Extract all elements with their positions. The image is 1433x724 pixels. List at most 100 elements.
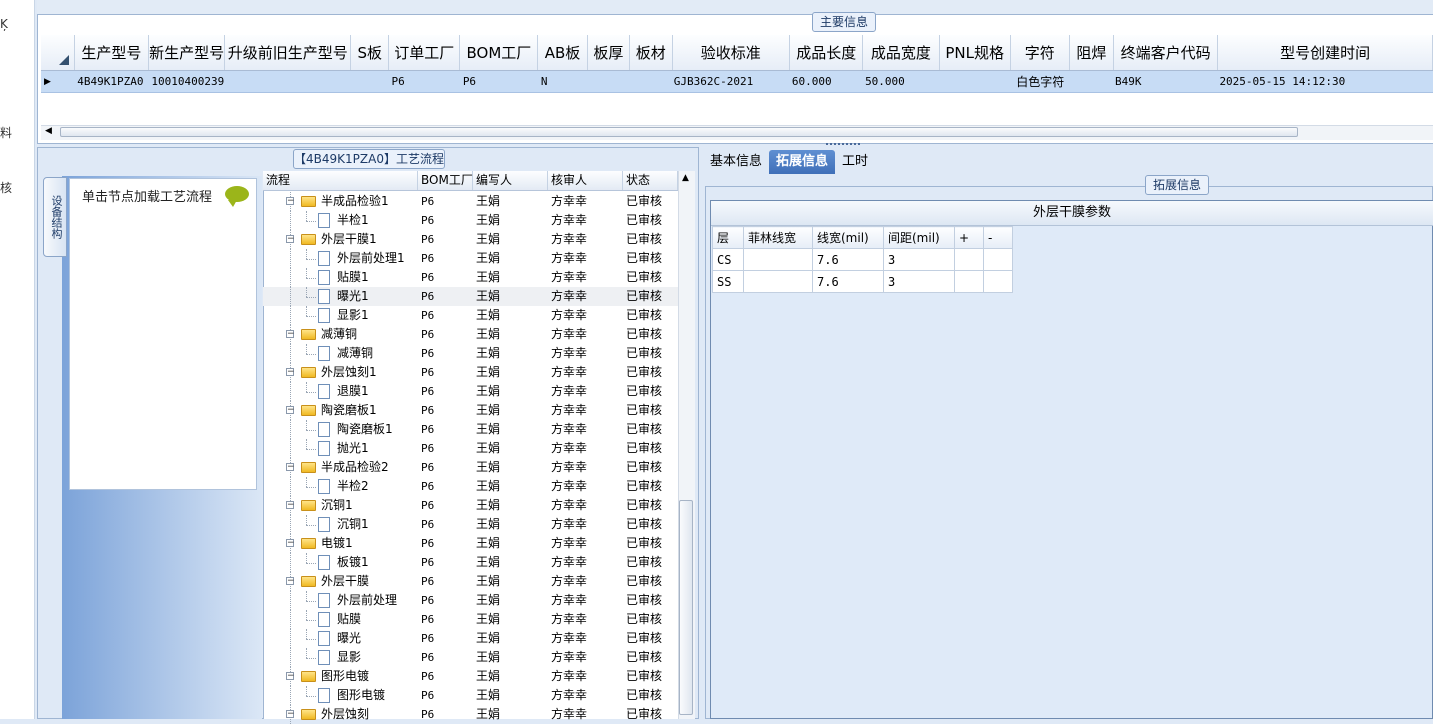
process-tree-node[interactable]: − 外层蚀刻 [263,705,418,724]
film-table-cell[interactable]: CS [712,248,744,271]
film-table-cell[interactable] [954,270,984,293]
process-tree-row[interactable]: 贴膜1 P6 王娟 方幸幸 已审核 [263,268,678,287]
main-grid-column-header[interactable]: 订单工厂 [389,35,461,70]
process-tree-column-header[interactable]: 状态 [623,171,678,190]
collapse-toggle-icon[interactable]: − [286,330,295,339]
process-tree-node[interactable]: − 陶瓷磨板1 [263,401,418,420]
process-tree-row[interactable]: 退膜1 P6 王娟 方幸幸 已审核 [263,382,678,401]
film-table-cell[interactable]: 7.6 [812,248,884,271]
process-tree-row[interactable]: 图形电镀 P6 王娟 方幸幸 已审核 [263,686,678,705]
process-tree-row[interactable]: − 半成品检验1 P6 王娟 方幸幸 已审核 [263,192,678,211]
main-grid-column-header[interactable]: 成品长度 [790,35,864,70]
main-grid-cell[interactable]: 50.000 [862,71,938,92]
main-grid-column-header[interactable]: 升级前旧生产型号 [225,35,352,70]
process-tree-row[interactable]: − 陶瓷磨板1 P6 王娟 方幸幸 已审核 [263,401,678,420]
collapse-toggle-icon[interactable]: − [286,672,295,681]
main-grid-cell[interactable]: P6 [389,71,460,92]
main-grid-cell[interactable] [1068,71,1112,92]
process-tree-node[interactable]: − 图形电镀 [263,667,418,686]
process-tree-node[interactable]: − 半成品检验2 [263,458,418,477]
process-tree-row[interactable]: 显影1 P6 王娟 方幸幸 已审核 [263,306,678,325]
process-tree-node[interactable]: 显影 [263,648,418,667]
collapse-toggle-icon[interactable]: − [286,501,295,510]
main-grid-column-header[interactable]: 终端客户代码 [1114,35,1219,70]
main-grid-column-header[interactable]: 新生产型号 [149,35,226,70]
main-grid-column-header[interactable]: S板 [351,35,390,70]
collapse-toggle-icon[interactable]: − [286,406,295,415]
process-tree-node[interactable]: 贴膜1 [263,268,418,287]
process-tree-node[interactable]: 图形电镀 [263,686,418,705]
scroll-left-icon[interactable]: ◀ [45,126,52,136]
process-tree-node[interactable]: 减薄铜 [263,344,418,363]
process-tree-node[interactable]: − 沉铜1 [263,496,418,515]
main-grid-cell[interactable]: N [538,71,587,92]
process-tree-node[interactable]: 板镀1 [263,553,418,572]
process-tree-row[interactable]: 半检1 P6 王娟 方幸幸 已审核 [263,211,678,230]
process-tree-row[interactable]: − 外层干膜 P6 王娟 方幸幸 已审核 [263,572,678,591]
main-grid-cell[interactable]: 10010400239569 [148,71,224,92]
process-tree-row[interactable]: − 电镀1 P6 王娟 方幸幸 已审核 [263,534,678,553]
process-tree-row[interactable]: 沉铜1 P6 王娟 方幸幸 已审核 [263,515,678,534]
film-table-cell[interactable]: 7.6 [812,270,884,293]
process-tree-row[interactable]: 显影 P6 王娟 方幸幸 已审核 [263,648,678,667]
process-tree-row[interactable]: − 外层干膜1 P6 王娟 方幸幸 已审核 [263,230,678,249]
process-tree-node[interactable]: 半检1 [263,211,418,230]
collapse-toggle-icon[interactable]: − [286,710,295,719]
process-tree-row[interactable]: 减薄铜 P6 王娟 方幸幸 已审核 [263,344,678,363]
process-tree-row[interactable]: − 外层蚀刻1 P6 王娟 方幸幸 已审核 [263,363,678,382]
process-tree-node[interactable]: 退膜1 [263,382,418,401]
process-tree-node[interactable]: 曝光1 [263,287,418,306]
film-table-column-header[interactable]: + [954,226,984,249]
process-tree-vscroll-thumb[interactable] [679,500,693,715]
main-grid-cell[interactable] [225,71,352,92]
process-tree-node[interactable]: − 外层干膜 [263,572,418,591]
main-grid-column-header[interactable]: BOM工厂 [460,35,539,70]
process-tree-node[interactable]: 外层前处理1 [263,249,418,268]
main-grid-cell[interactable] [938,71,1009,92]
process-tree-column-header[interactable]: 核审人 [548,171,623,190]
process-tree-row[interactable]: 曝光1 P6 王娟 方幸幸 已审核 [263,287,678,306]
process-tree-node[interactable]: 沉铜1 [263,515,418,534]
film-table-cell[interactable] [743,248,813,271]
equipment-tree-box[interactable] [69,178,257,490]
process-tree-row[interactable]: − 减薄铜 P6 王娟 方幸幸 已审核 [263,325,678,344]
process-tree-node[interactable]: 贴膜 [263,610,418,629]
process-tree-column-header[interactable]: BOM工厂 [418,171,473,190]
film-table-cell[interactable] [983,248,1013,271]
collapse-toggle-icon[interactable]: − [286,539,295,548]
main-grid-column-header[interactable]: AB板 [538,35,588,70]
process-tree-node[interactable]: − 电镀1 [263,534,418,553]
process-tree-column-header[interactable]: 流程 [263,171,418,190]
main-grid-column-header[interactable]: 板厚 [588,35,631,70]
main-grid-column-header[interactable]: 字符 [1011,35,1070,70]
main-grid-cell[interactable]: GJB362C-2021 [671,71,789,92]
main-grid-column-header[interactable]: 验收标准 [673,35,791,70]
process-tree-node[interactable]: − 外层干膜1 [263,230,418,249]
process-tree-node[interactable]: − 半成品检验1 [263,192,418,211]
process-tree-node[interactable]: − 减薄铜 [263,325,418,344]
process-tree-node[interactable]: 显影1 [263,306,418,325]
main-grid-row[interactable]: ▶4B49K1PZA010010400239569P6P6NGJB362C-20… [41,71,1433,93]
film-table-row[interactable]: CS 7.6 3 [712,248,1013,271]
process-tree-row[interactable]: 陶瓷磨板1 P6 王娟 方幸幸 已审核 [263,420,678,439]
collapse-toggle-icon[interactable]: − [286,368,295,377]
process-tree-row[interactable]: − 半成品检验2 P6 王娟 方幸幸 已审核 [263,458,678,477]
process-tree-column-header[interactable]: 编写人 [473,171,548,190]
collapse-toggle-icon[interactable]: − [286,235,295,244]
film-table-cell[interactable] [983,270,1013,293]
collapse-toggle-icon[interactable]: − [286,577,295,586]
process-tree-node[interactable]: 外层前处理 [263,591,418,610]
main-grid-cell[interactable]: P6 [460,71,538,92]
tab-equipment-structure[interactable]: 设备结构 [43,177,67,257]
collapse-toggle-icon[interactable]: − [286,463,295,472]
main-grid-column-header[interactable]: 阻焊 [1070,35,1115,70]
main-grid-cell[interactable]: 2025-05-15 14:12:30 [1216,71,1433,92]
film-table-cell[interactable]: SS [712,270,744,293]
main-grid-cell[interactable] [629,71,671,92]
tab-extended-info[interactable]: 拓展信息 [769,150,836,174]
main-grid-cell[interactable] [351,71,388,92]
film-table-cell[interactable]: 3 [883,270,955,293]
film-table-row[interactable]: SS 7.6 3 [712,270,1013,293]
film-table-column-header[interactable]: - [983,226,1013,249]
film-table-cell[interactable] [954,248,984,271]
